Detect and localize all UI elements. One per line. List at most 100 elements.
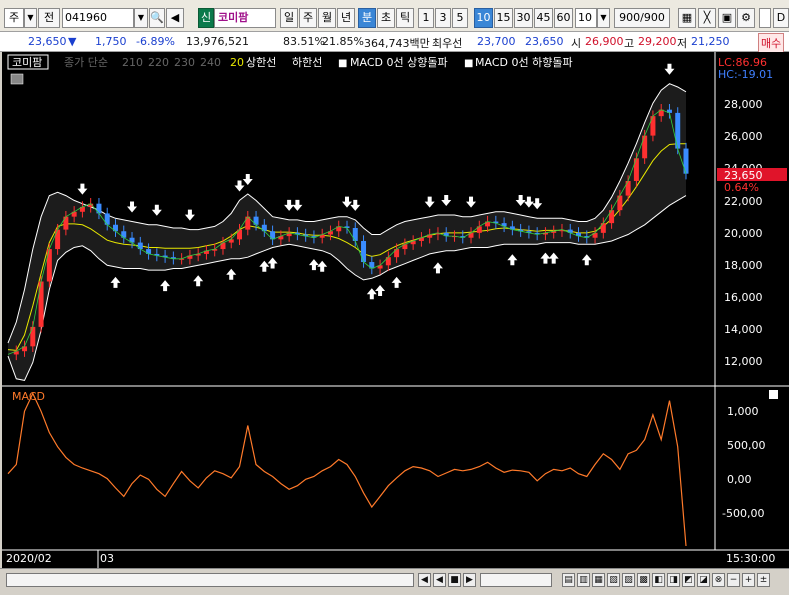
sell-signal-arrow [664,63,675,75]
interval-60[interactable]: 60 [554,8,573,28]
period-week[interactable]: 주 [299,8,317,28]
buy-signal-arrow [366,288,377,300]
prev-button[interactable]: 전 [38,8,60,28]
save-button[interactable]: ▣ [718,8,736,28]
interval-30[interactable]: 30 [514,8,533,28]
buy-signal-arrow [110,276,121,288]
scroll-prev-button[interactable]: ◀ [433,573,446,587]
type-select-value: 주 [8,11,20,24]
buy-signal-arrow [259,260,270,272]
reset-button[interactable]: ⊗ [712,573,725,587]
checkbox-option[interactable] [759,8,771,28]
chart-svg[interactable]: 코미팜 종가 단순 210 220 230 240 20 상한선 하한선 ■ M… [2,52,789,568]
candle-body [609,210,615,224]
period-minute-label: 분 [361,11,373,24]
upper-band-line [7,83,687,344]
interval-10[interactable]: 10 [474,8,493,28]
period-tick[interactable]: 틱 [396,8,414,28]
interval-15[interactable]: 15 [494,8,513,28]
count-input[interactable]: 10 [575,8,597,28]
candle-body [63,216,69,230]
stock-name: 코미팜 [218,11,249,24]
candle-body [361,240,367,263]
legend-item-220: 220 [148,56,169,69]
scroll-left-track[interactable] [6,573,414,587]
market-badge-label: 신 [200,11,212,24]
view-button-2[interactable]: ▥ [577,573,590,587]
legend-item-230: 230 [174,56,195,69]
low-label: 저 [677,37,688,50]
legend-square-2: ■ [464,58,473,69]
interval-1-label: 1 [422,11,430,24]
display-count-value: 900/900 [619,11,665,24]
buy-signal-arrow [308,259,319,271]
zoom-slider[interactable] [480,573,552,587]
menu-d-button[interactable]: D [773,8,789,28]
sell-signal-arrow [515,195,526,207]
sell-signal-arrow [242,173,253,185]
view-button-7[interactable]: ◧ [652,573,665,587]
view-button-6[interactable]: ▩ [637,573,650,587]
period-minute[interactable]: 분 [358,8,376,28]
price-tick-22000: 22,000 [724,195,763,208]
table-icon[interactable] [10,73,24,85]
type-select[interactable]: 주 [4,8,24,28]
current-pct-label: 0.64% [724,181,759,194]
period-month[interactable]: 월 [318,8,336,28]
price-tick-28000: 28,000 [724,98,763,111]
sound-button[interactable]: ◀ [166,8,184,28]
interval-5[interactable]: 5 [452,8,468,28]
candle-body [30,326,36,347]
view-button-3[interactable]: ▦ [592,573,605,587]
view-button-5[interactable]: ▨ [622,573,635,587]
candle-body [55,229,61,250]
buy-button[interactable]: 매수 [758,33,785,53]
period-tick-label: 틱 [399,11,411,24]
view-button-8[interactable]: ◨ [667,573,680,587]
zoom-out-button[interactable]: − [727,573,740,587]
chart-area[interactable]: 코미팜 종가 단순 210 220 230 240 20 상한선 하한선 ■ M… [2,52,789,568]
view-button-4[interactable]: ▧ [607,573,620,587]
code-input[interactable]: 041960 [62,8,134,28]
macd-close-button[interactable] [769,390,778,399]
grid-icon: ▦ [681,11,693,24]
sell-signal-arrow [466,196,477,208]
zoom-max-button[interactable]: ± [757,573,770,587]
tool-button[interactable]: ╳ [698,8,716,28]
grid-button[interactable]: ▦ [678,8,696,28]
scroll-prev-icon: ◀ [436,575,443,585]
view-icon-10: ◪ [699,575,708,585]
settings-button[interactable]: ⚙ [737,8,755,28]
buy-signal-arrow [432,262,443,274]
best-ask: 23,700 [477,35,516,48]
candle-body [642,135,648,159]
stock-name-field[interactable]: 코미팜 [214,8,276,28]
period-second[interactable]: 초 [377,8,395,28]
stop-button[interactable]: ■ [448,573,461,587]
legend-item-close: 종가 단순 [64,56,108,69]
candle-body [96,203,102,214]
buy-signal-arrow [507,254,518,266]
view-button-9[interactable]: ◩ [682,573,695,587]
type-dropdown-button[interactable]: ▼ [24,8,37,28]
display-count-field[interactable]: 900/900 [614,8,670,28]
save-icon: ▣ [721,11,733,24]
count-dropdown-button[interactable]: ▼ [597,8,610,28]
sell-signal-arrow [127,201,138,213]
interval-45[interactable]: 45 [534,8,553,28]
buy-signal-arrow [226,268,237,280]
interval-1[interactable]: 1 [418,8,434,28]
code-dropdown-button[interactable]: ▼ [134,8,148,28]
view-button-10[interactable]: ◪ [697,573,710,587]
scroll-next-button[interactable]: ▶ [463,573,476,587]
scroll-first-button[interactable]: ◀ [418,573,431,587]
period-year[interactable]: 년 [337,8,355,28]
interval-3[interactable]: 3 [435,8,451,28]
sell-signal-arrow [424,196,435,208]
view-button-1[interactable]: ▤ [562,573,575,587]
volume-ratio-2: 21.85% [322,35,364,48]
zoom-in-button[interactable]: + [742,573,755,587]
macd-tick-500: 500,00 [727,439,766,452]
search-button[interactable]: 🔍 [149,8,165,28]
period-day[interactable]: 일 [280,8,298,28]
